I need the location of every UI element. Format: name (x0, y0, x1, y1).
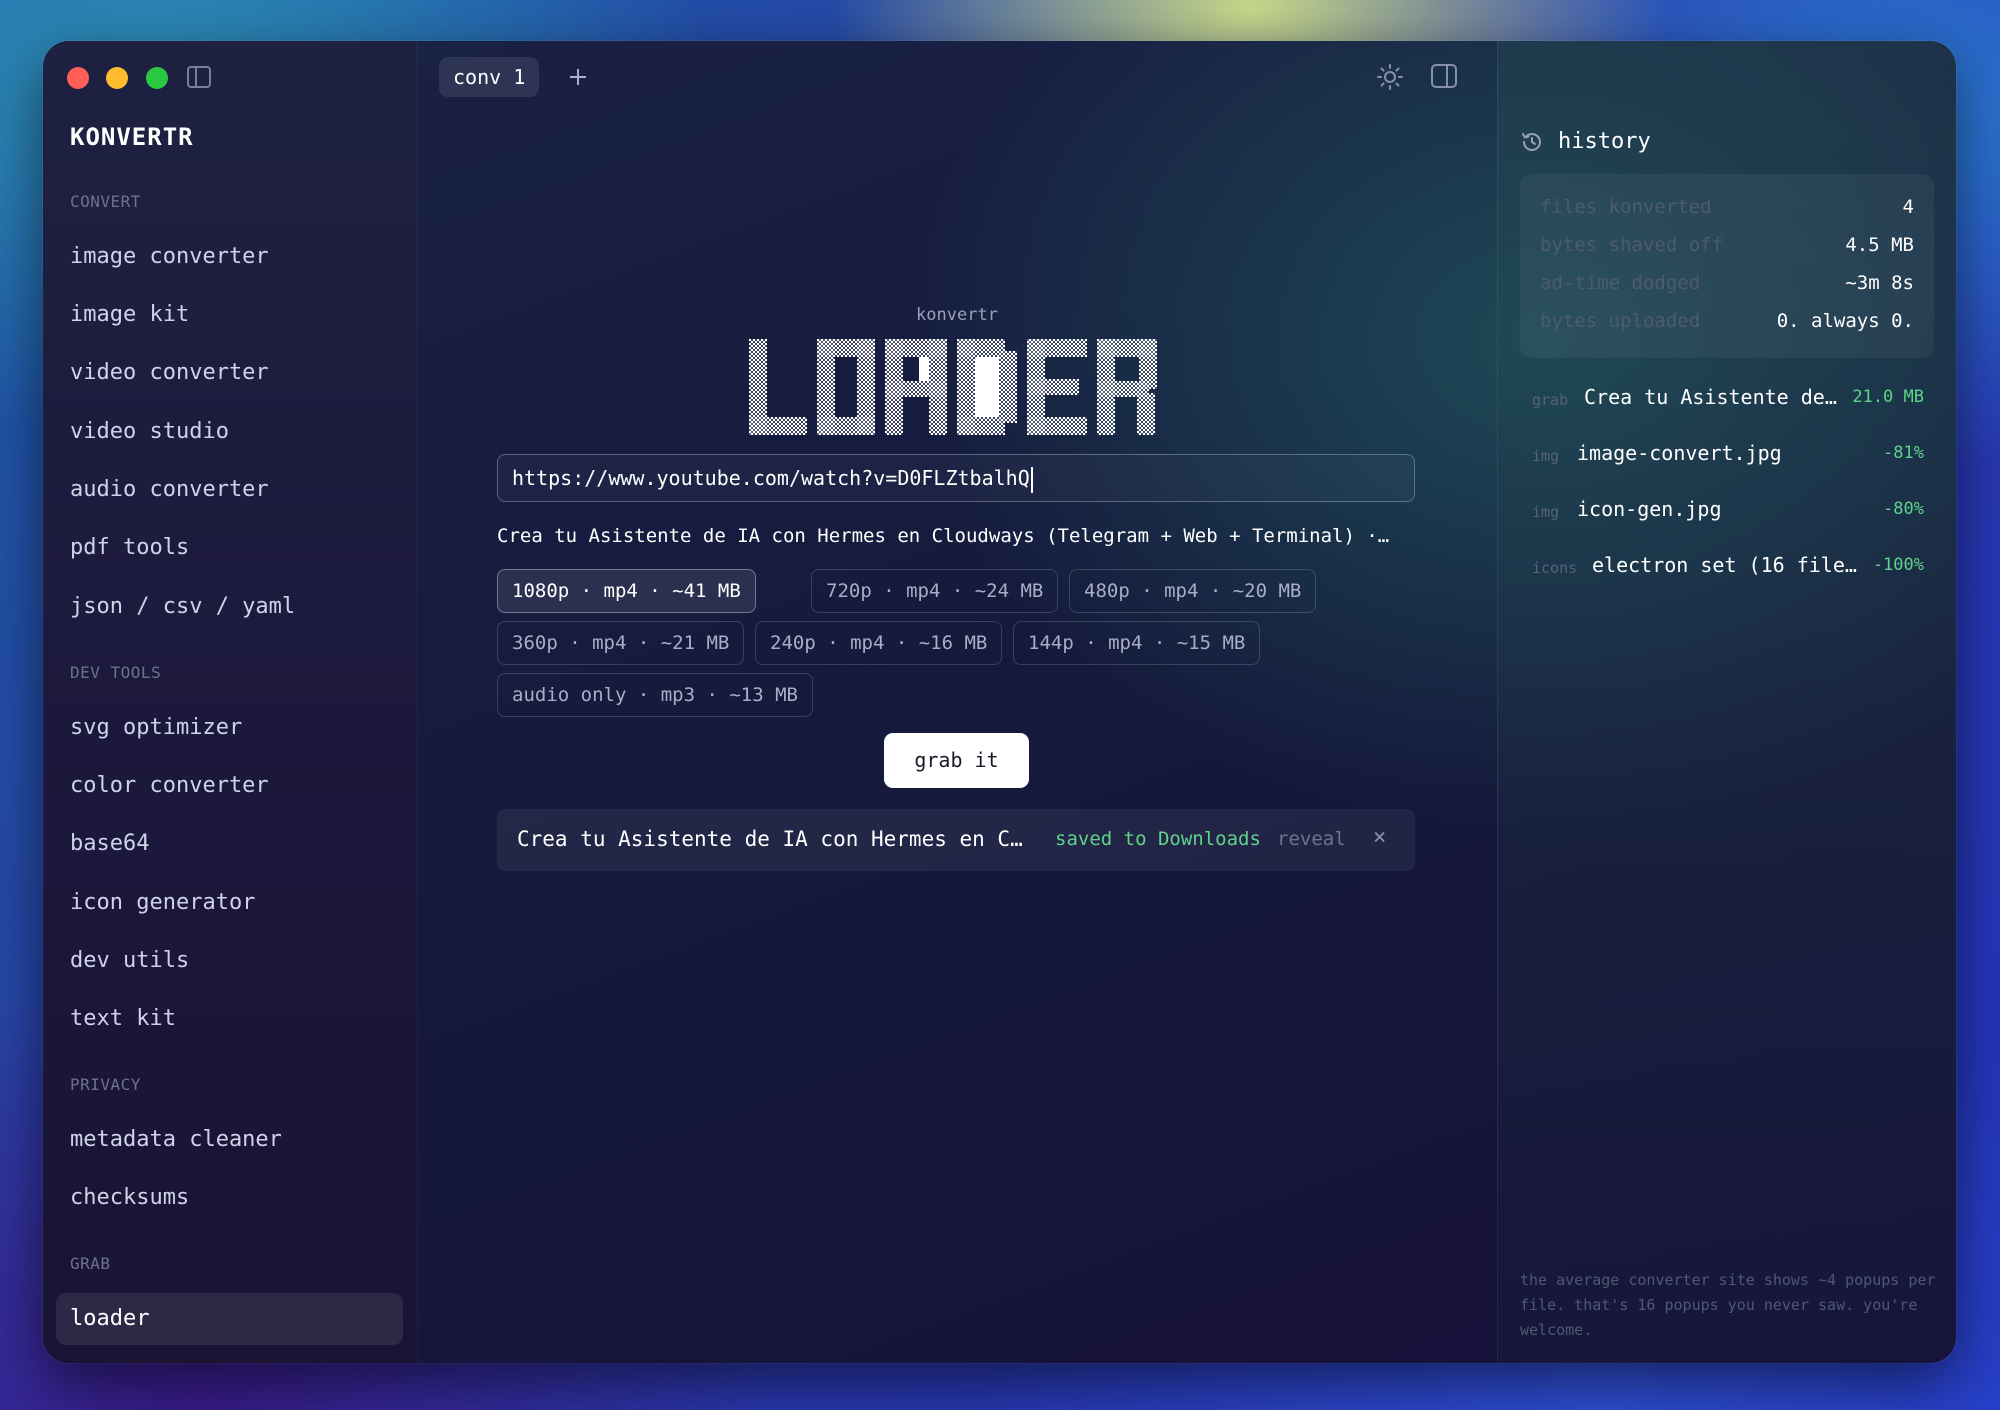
url-input[interactable]: https://www.youtube.com/watch?v=D0FLZtba… (497, 454, 1415, 502)
history-item-name: image-convert.jpg (1577, 441, 1782, 465)
reveal-link[interactable]: reveal (1277, 828, 1346, 850)
download-result: Crea tu Asistente de IA con Hermes en C…… (497, 809, 1415, 871)
stat-label: files konverted (1540, 196, 1712, 218)
section-heading-privacy: PRIVACY (70, 1075, 141, 1094)
sidebar-item-base64[interactable]: base64 (70, 831, 149, 856)
history-item[interactable]: icons electron set (16 file… -100% (1532, 553, 1924, 583)
footer-note: the average converter site shows ~4 popu… (1520, 1271, 1936, 1339)
history-item-name: electron set (16 file… (1592, 553, 1857, 577)
sidebar-item-audio-converter[interactable]: audio converter (70, 477, 269, 502)
plus-icon[interactable] (558, 57, 598, 97)
history-item-value: -81% (1883, 443, 1924, 463)
brand-label: konvertr (916, 305, 998, 325)
format-option-720p[interactable]: 720p · mp4 · ~24 MB (811, 569, 1059, 613)
section-heading-grab: GRAB (70, 1254, 111, 1273)
window-close-button[interactable] (67, 67, 89, 89)
sidebar-item-json-csv-yaml[interactable]: json / csv / yaml (70, 594, 295, 619)
stat-label: bytes shaved off (1540, 234, 1724, 256)
history-item[interactable]: img image-convert.jpg -81% (1532, 441, 1924, 471)
format-option-480p[interactable]: 480p · mp4 · ~20 MB (1069, 569, 1317, 613)
history-item[interactable]: img icon-gen.jpg -80% (1532, 497, 1924, 527)
sidebar-item-dev-utils[interactable]: dev utils (70, 948, 189, 973)
format-option-360p[interactable]: 360p · mp4 · ~21 MB (497, 621, 745, 665)
window-minimize-button[interactable] (106, 67, 128, 89)
sidebar-item-image-converter[interactable]: image converter (70, 244, 269, 269)
sidebar-item-color-converter[interactable]: color converter (70, 773, 269, 798)
history-title: history (1558, 129, 1651, 154)
history-item-name: icon-gen.jpg (1577, 497, 1722, 521)
format-option-audio-only[interactable]: audio only · mp3 · ~13 MB (497, 673, 813, 717)
url-input-value: https://www.youtube.com/watch?v=D0FLZtba… (512, 466, 1030, 490)
sidebar-item-video-studio[interactable]: video studio (70, 419, 229, 444)
stat-value: 4.5 MB (1845, 234, 1914, 256)
sidebar-item-checksums[interactable]: checksums (70, 1185, 189, 1210)
sidebar-toggle-icon[interactable] (186, 65, 212, 89)
video-title: Crea tu Asistente de IA con Hermes en Cl… (497, 525, 1390, 547)
result-file-name: Crea tu Asistente de IA con Hermes en C… (517, 827, 1023, 851)
window-maximize-button[interactable] (146, 67, 168, 89)
main-content: conv 1 konvertr https://www.youtube.com/… (417, 41, 1497, 1363)
history-item-tag: grab (1532, 391, 1569, 409)
sun-icon[interactable] (1375, 62, 1405, 92)
history-item-value: 21.0 MB (1852, 387, 1924, 407)
sidebar-item-icon-generator[interactable]: icon generator (70, 890, 255, 915)
history-item-tag: icons (1532, 559, 1578, 577)
stat-value: 0. always 0. (1776, 310, 1914, 332)
stat-label: ad-time dodged (1540, 272, 1701, 294)
stats-card: files konverted 4 bytes shaved off 4.5 M… (1520, 174, 1934, 358)
loader-logo (749, 339, 1157, 435)
sidebar: KONVERTR CONVERT image converter image k… (43, 41, 418, 1363)
history-item-value: -100% (1872, 555, 1924, 575)
stat-value: ~3m 8s (1845, 272, 1914, 294)
tab-conv-1[interactable]: conv 1 (439, 57, 540, 97)
text-caret (1030, 466, 1033, 493)
format-option-240p[interactable]: 240p · mp4 · ~16 MB (755, 621, 1003, 665)
history-item-value: -80% (1883, 499, 1924, 519)
sidebar-item-loader[interactable]: loader (56, 1293, 403, 1345)
history-panel: history files konverted 4 bytes shaved o… (1497, 41, 1956, 1363)
history-item-tag: img (1532, 503, 1560, 521)
panel-toggle-icon[interactable] (1430, 63, 1458, 89)
format-option-144p[interactable]: 144p · mp4 · ~15 MB (1013, 621, 1261, 665)
sidebar-item-video-converter[interactable]: video converter (70, 360, 269, 385)
history-item-tag: img (1532, 447, 1560, 465)
history-item[interactable]: grab Crea tu Asistente de… 21.0 MB (1532, 385, 1924, 415)
stat-value: 4 (1902, 196, 1914, 218)
sidebar-item-pdf-tools[interactable]: pdf tools (70, 535, 189, 560)
history-item-name: Crea tu Asistente de… (1584, 385, 1837, 409)
sidebar-item-metadata-cleaner[interactable]: metadata cleaner (70, 1127, 282, 1152)
stat-label: bytes uploaded (1540, 310, 1701, 332)
app-window: KONVERTR CONVERT image converter image k… (43, 41, 1956, 1363)
result-status: saved to Downloads (1055, 828, 1261, 850)
sidebar-item-text-kit[interactable]: text kit (70, 1006, 176, 1031)
sidebar-item-svg-optimizer[interactable]: svg optimizer (70, 715, 242, 740)
format-option-1080p[interactable]: 1080p · mp4 · ~41 MB (497, 569, 756, 613)
sidebar-item-image-kit[interactable]: image kit (70, 302, 189, 327)
grab-button[interactable]: grab it (884, 733, 1029, 788)
section-heading-convert: CONVERT (70, 192, 141, 211)
close-icon[interactable]: × (1373, 825, 1386, 850)
section-heading-dev-tools: DEV TOOLS (70, 663, 162, 682)
history-icon (1522, 133, 1541, 151)
app-title: KONVERTR (70, 123, 194, 151)
